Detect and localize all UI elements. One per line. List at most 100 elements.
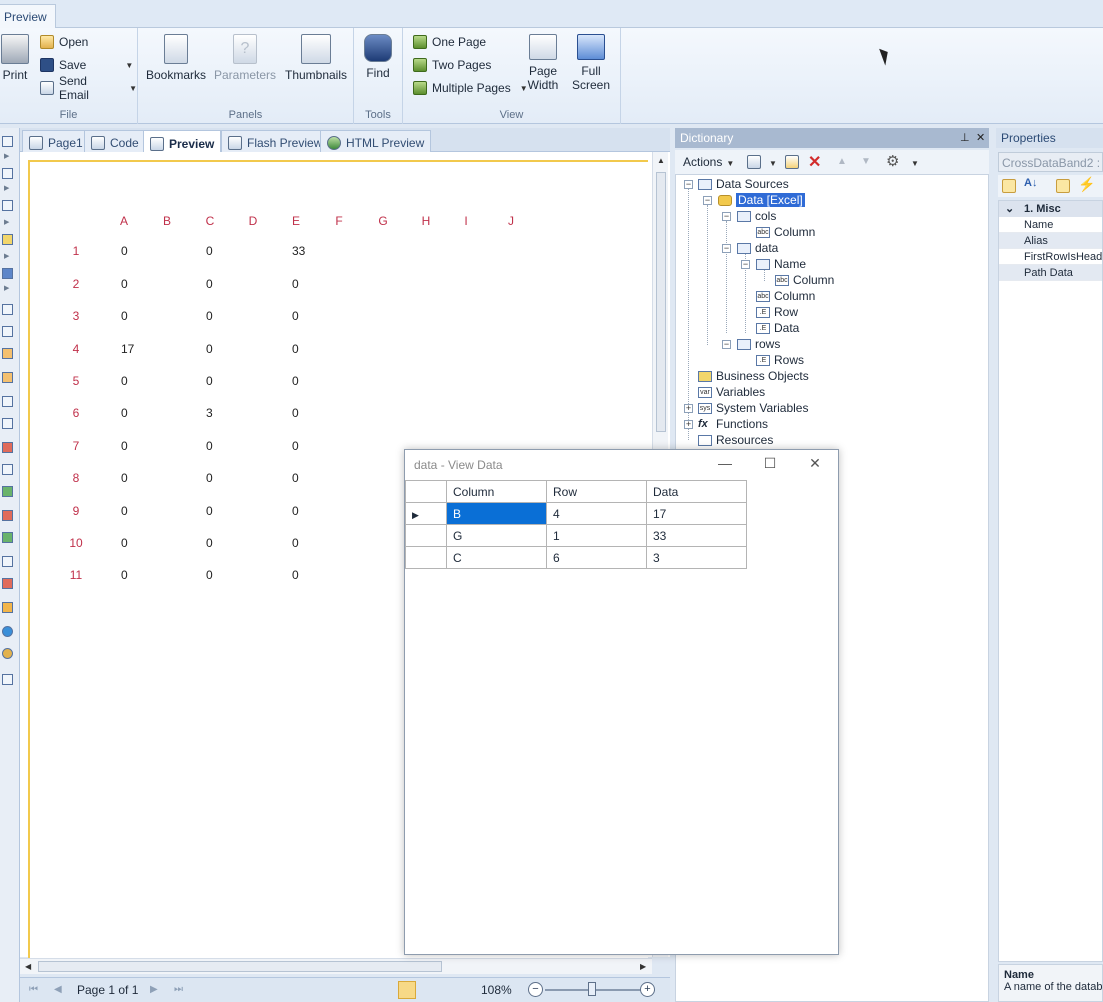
table-cell[interactable]: G [446,524,547,547]
table-cell[interactable]: 4 [546,502,647,525]
open-button[interactable]: Open [40,32,88,52]
delete-icon[interactable]: ✕ [808,152,821,172]
globe-icon[interactable] [2,626,13,637]
categorized-icon[interactable] [1002,179,1016,193]
chevron-right-icon[interactable]: ▶ [4,252,9,260]
tree-node-system-variables[interactable]: sys System Variables [698,401,808,415]
two-pages-button[interactable]: Two Pages [413,55,491,75]
print-button[interactable]: Print [0,34,30,82]
property-category[interactable]: ⌄ 1. Misc [999,201,1102,217]
property-row-name[interactable]: Name [999,217,1102,233]
tree-collapse-toggle[interactable]: − [722,212,731,221]
next-page-icon[interactable]: ▶ [150,984,158,995]
toolbox-item-icon[interactable] [2,304,13,315]
scrollbar-thumb[interactable] [38,961,442,972]
toolbox-item-icon[interactable] [2,168,13,179]
column-header-column[interactable]: Column [446,480,547,503]
tree-collapse-toggle[interactable]: − [741,260,750,269]
pin-icon[interactable]: ⊥ [960,131,970,144]
tab-html-preview[interactable]: HTML Preview [320,130,432,152]
chevron-down-icon[interactable]: ▼ [911,159,919,168]
previous-page-icon[interactable]: ◀ [54,984,62,995]
property-row-first-row-is-header[interactable]: FirstRowIsHeade [999,249,1102,265]
save-button[interactable]: Save ▼ [40,55,133,75]
multiple-pages-view-icon[interactable] [444,981,462,999]
scroll-left-icon[interactable]: ◀ [25,962,31,971]
tree-node-name[interactable]: Name [756,257,806,271]
full-screen-button[interactable]: Full Screen [571,34,611,92]
tree-collapse-toggle[interactable]: − [703,196,712,205]
edit-icon[interactable] [785,155,799,169]
maximize-icon[interactable]: ☐ [756,455,784,473]
chevron-down-icon[interactable]: ▼ [129,84,137,93]
toolbox-item-icon[interactable] [2,372,13,383]
table-cell[interactable]: 6 [546,546,647,569]
tab-flash-preview[interactable]: Flash Preview [221,130,330,152]
tab-code[interactable]: Code [84,130,146,152]
table-cell[interactable]: C [446,546,547,569]
toolbox-item-icon[interactable] [2,418,13,429]
toolbox-item-icon[interactable] [2,532,13,543]
scroll-up-icon[interactable]: ▲ [657,156,665,165]
toolbox-item-icon[interactable] [2,510,13,521]
column-header-row[interactable]: Row [546,480,647,503]
minimize-icon[interactable]: — [711,455,739,473]
tree-node-data[interactable]: data [737,241,778,255]
tree-node-name-column[interactable]: abc Column [775,273,834,287]
zoom-out-icon[interactable]: − [528,982,543,997]
row-selector[interactable] [405,524,447,547]
find-button[interactable]: Find [362,34,394,80]
view-data-titlebar[interactable]: data - View Data — ☐ ✕ [405,450,838,480]
scrollbar-thumb[interactable] [656,172,666,432]
table-cell[interactable]: 3 [646,546,747,569]
toolbox-item-icon[interactable] [2,556,13,567]
chevron-down-icon[interactable]: ▼ [769,159,777,168]
tree-node-functions[interactable]: fx Functions [698,417,768,431]
close-icon[interactable]: ✕ [801,455,829,473]
tree-node-rows-field[interactable]: .E Rows [756,353,804,367]
tree-node-data-field[interactable]: .E Data [756,321,799,335]
continuous-view-icon[interactable] [421,981,439,999]
new-item-icon[interactable] [747,155,761,169]
properties-object-selector[interactable]: CrossDataBand2 : Cr [998,152,1103,172]
table-row[interactable]: C 6 3 [405,546,747,569]
tree-expand-toggle[interactable]: + [684,420,693,429]
zoom-slider-thumb[interactable] [588,982,596,996]
toolbox-item-icon[interactable] [2,486,13,497]
chart-icon[interactable] [2,602,13,613]
last-page-icon[interactable]: ⏭ [174,984,183,995]
move-up-icon[interactable]: ▲ [837,156,847,167]
column-header-data[interactable]: Data [646,480,747,503]
table-cell[interactable]: 17 [646,502,747,525]
row-selector[interactable] [405,546,447,569]
toolbox-item-icon[interactable] [2,326,13,337]
actions-menu[interactable]: Actions ▼ [683,155,734,169]
single-page-view-icon[interactable] [398,981,416,999]
tree-expand-toggle[interactable]: + [684,404,693,413]
tree-node-cols[interactable]: cols [737,209,776,223]
properties-icon[interactable] [1056,179,1070,193]
one-page-button[interactable]: One Page [413,32,486,52]
toolbox-item-icon[interactable] [2,348,13,359]
thumbnails-button[interactable]: Thumbnails [284,34,348,82]
table-cell[interactable]: 1 [546,524,647,547]
gauge-icon[interactable] [2,648,13,659]
sort-alphabetical-icon[interactable]: A↓ [1024,177,1037,189]
tools-icon[interactable] [2,674,13,685]
table-cell[interactable]: 33 [646,524,747,547]
tree-collapse-toggle[interactable]: − [722,340,731,349]
tree-node-data-excel[interactable]: Data [Excel] [718,192,806,208]
zoom-in-icon[interactable]: + [640,982,655,997]
chevron-right-icon[interactable]: ▶ [4,152,9,160]
events-lightning-icon[interactable]: ⚡ [1078,176,1095,193]
page-width-button[interactable]: Page Width [525,34,561,92]
toolbox-item-icon[interactable] [2,578,13,589]
bookmarks-button[interactable]: Bookmarks [146,34,206,82]
tree-node-business-objects[interactable]: Business Objects [698,369,809,383]
chevron-right-icon[interactable]: ▶ [4,184,9,192]
tree-node-data-sources[interactable]: Data Sources [698,177,789,191]
scroll-right-icon[interactable]: ▶ [640,962,646,971]
table-row[interactable]: ▶ B 4 17 [405,502,747,525]
tree-collapse-toggle[interactable]: − [722,244,731,253]
property-row-alias[interactable]: Alias [999,233,1102,249]
